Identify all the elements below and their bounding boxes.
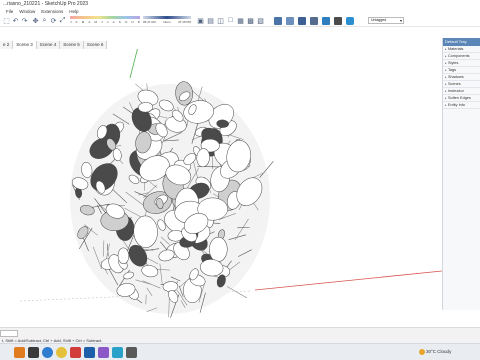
select-icon[interactable]: ⬚ [2, 16, 11, 25]
perspective-icon[interactable] [346, 17, 354, 25]
chevron-down-icon: ▾ [399, 18, 402, 23]
tray-item-label: Entity Info [448, 102, 465, 107]
time-start-label: 06:47 AM [143, 19, 156, 24]
tab-scene-5[interactable]: Scene 5 [60, 41, 84, 49]
window-title: ...riasno_210221 - SketchUp Pro 2023 [3, 1, 89, 7]
tray-item-label: Instructor [448, 88, 464, 93]
chevron-right-icon: ▸ [445, 74, 447, 79]
month-label: N [131, 19, 134, 24]
os-taskbar: 30°C Cloudy [0, 343, 480, 360]
model-canvas[interactable] [0, 49, 442, 327]
menu-bar: File Window Extensions Help [0, 8, 480, 15]
settings-icon[interactable] [126, 347, 137, 358]
month-label: J [70, 19, 72, 24]
tray-item-label: Soften Edges [448, 95, 471, 100]
undo-icon[interactable]: ↶ [11, 16, 20, 25]
edge-icon[interactable] [42, 347, 53, 358]
menu-extensions[interactable]: Extensions [41, 8, 63, 15]
month-label: F [75, 19, 78, 24]
zoom-icon[interactable]: ⌕ [40, 16, 49, 25]
tab-scene-3[interactable]: Scene 3 [13, 41, 37, 49]
tag-select[interactable]: Untagged ▾ [368, 17, 404, 24]
chevron-right-icon: ▸ [445, 53, 447, 58]
tray-item-label: Styles [448, 60, 459, 65]
weather-icon [419, 349, 425, 355]
tray-item-label: Shadows [448, 74, 464, 79]
month-label: A [112, 19, 115, 24]
shadow-date-slider[interactable]: J F M A M J J A S O N D [70, 16, 140, 26]
green-axis [129, 49, 138, 79]
default-tray: Default Tray ▸ Materials ▸ Components ▸ Sty… [442, 38, 480, 310]
chrome-icon[interactable] [56, 347, 67, 358]
menu-file[interactable]: File [6, 8, 13, 15]
month-label: J [101, 19, 103, 24]
month-label: O [124, 19, 128, 24]
tray-item-label: Components [448, 53, 470, 58]
menu-window[interactable]: Window [19, 8, 35, 15]
back-edges-icon[interactable]: ▤ [206, 16, 215, 25]
tab-scene-2[interactable]: e 2 [0, 41, 14, 49]
chevron-right-icon: ▸ [445, 88, 447, 93]
xray-icon[interactable]: ▣ [196, 16, 205, 25]
month-label: M [81, 19, 85, 24]
weather-text: 30°C Cloudy [426, 349, 452, 354]
menu-help[interactable]: Help [69, 8, 78, 15]
monochrome-icon[interactable]: ▧ [256, 16, 265, 25]
status-bar: t, Shift = Add/Subtract, Ctrl + Add, Shi… [0, 327, 480, 343]
start-icon[interactable] [14, 347, 25, 358]
modeling-viewport[interactable] [0, 49, 442, 327]
stem-line [226, 286, 248, 299]
left-view-icon[interactable] [334, 17, 342, 25]
zoom-extents-icon[interactable]: ⤢ [58, 16, 67, 25]
time-noon-label: Noon [163, 19, 171, 24]
chevron-right-icon: ▸ [445, 60, 447, 65]
red-axis [254, 270, 442, 291]
measurements-box[interactable] [0, 330, 18, 337]
chevron-right-icon: ▸ [445, 46, 447, 51]
chevron-right-icon: ▸ [445, 81, 447, 86]
store-icon[interactable] [70, 347, 81, 358]
shaded-icon[interactable]: ▦ [236, 16, 245, 25]
tray-item-entity-info[interactable]: ▸ Entity Info [443, 102, 480, 109]
redo-icon[interactable]: ↷ [20, 16, 29, 25]
sketchup-icon[interactable] [84, 347, 95, 358]
hidden-line-icon[interactable]: □ [226, 16, 235, 25]
textured-icon[interactable]: ▩ [246, 16, 255, 25]
back-view-icon[interactable] [322, 17, 330, 25]
month-label: S [118, 19, 121, 24]
wireframe-icon[interactable]: ◫ [216, 16, 225, 25]
orbit-icon[interactable]: ⟳ [49, 16, 58, 25]
pan-icon[interactable]: ✥ [31, 16, 40, 25]
month-label: D [137, 19, 140, 24]
chevron-right-icon: ▸ [445, 102, 447, 107]
main-toolbar: ⬚ ↶ ↷ ✥ ⌕ ⟳ ⤢ J F M A M J J A S O N D 06… [0, 15, 480, 27]
right-view-icon[interactable] [310, 17, 318, 25]
shadow-time-slider[interactable]: 06:47 AM Noon 07:18 PM [143, 16, 191, 26]
tray-item-label: Tags [448, 67, 457, 72]
top-view-icon[interactable] [286, 17, 294, 25]
time-end-label: 07:18 PM [178, 19, 191, 24]
leaf-disc [209, 236, 228, 262]
photos-icon[interactable] [112, 347, 123, 358]
tag-select-value: Untagged [371, 18, 387, 22]
mail-icon[interactable] [98, 347, 109, 358]
front-view-icon[interactable] [298, 17, 306, 25]
month-label: M [94, 19, 98, 24]
month-label: A [88, 19, 91, 24]
month-label: J [106, 19, 109, 24]
iso-view-icon[interactable] [274, 17, 282, 25]
tray-item-label: Materials [448, 46, 464, 51]
chevron-right-icon: ▸ [445, 95, 447, 100]
scene-tabs: e 2 Scene 3 Scene 4 Scene 5 Scene 6 [0, 41, 442, 49]
file-explorer-icon[interactable] [28, 347, 39, 358]
window-title-bar: ...riasno_210221 - SketchUp Pro 2023 [0, 0, 480, 8]
tab-scene-6[interactable]: Scene 6 [83, 41, 108, 49]
chevron-right-icon: ▸ [445, 67, 447, 72]
tray-item-label: Scenes [448, 81, 461, 86]
tab-scene-4[interactable]: Scene 4 [36, 41, 61, 49]
